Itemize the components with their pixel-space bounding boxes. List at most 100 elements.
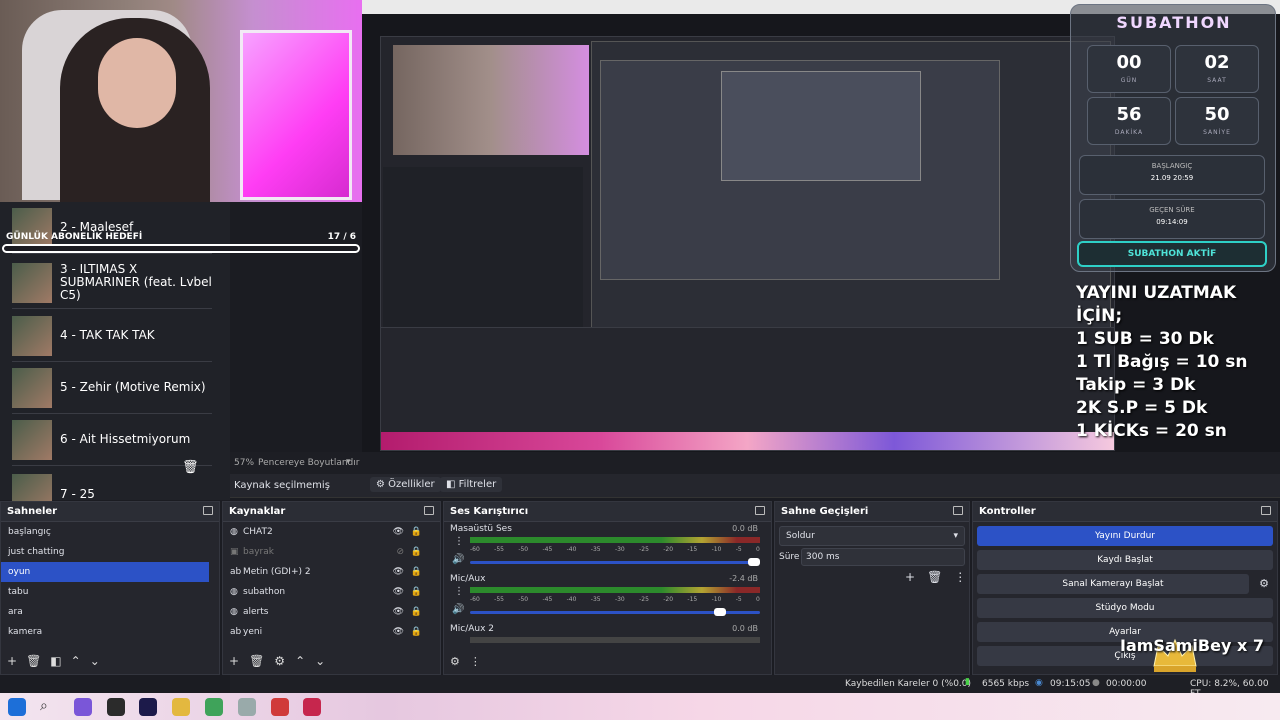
transitions-title: Sahne Geçişleri <box>781 506 869 517</box>
rgb-pc-case <box>240 30 352 200</box>
scene-item-selected[interactable]: oyun <box>1 562 209 582</box>
move-down-icon[interactable]: ⌄ <box>315 654 325 668</box>
source-item[interactable]: ◍ subathon 👁 🔒 <box>223 582 430 602</box>
app-icon[interactable] <box>238 698 256 716</box>
mixer-title: Ses Karıştırıcı <box>450 506 529 517</box>
scenes-title: Sahneler <box>7 506 58 517</box>
chevron-down-icon: ▾ <box>953 531 958 541</box>
chevron-down-icon[interactable]: ▾ <box>346 457 351 467</box>
lock-icon[interactable]: 🔒 <box>411 547 422 557</box>
kebab-icon[interactable]: ⋮ <box>454 586 464 597</box>
level-meter <box>470 537 760 543</box>
move-up-icon[interactable]: ⌃ <box>71 654 81 668</box>
eye-icon[interactable]: 👁 <box>393 567 404 577</box>
source-item[interactable]: ab yeni 👁 🔒 <box>223 622 430 642</box>
trash-icon[interactable]: 🗑 <box>927 570 942 584</box>
streamdeck-icon[interactable] <box>271 698 289 716</box>
lock-icon[interactable]: 🔒 <box>411 627 422 637</box>
mail-icon[interactable] <box>303 698 321 716</box>
lock-icon[interactable]: 🔒 <box>411 607 422 617</box>
elapsed-label: GEÇEN SÜRE <box>1149 206 1195 214</box>
transition-value: Soldur <box>786 531 815 541</box>
scene-item[interactable]: tabu <box>1 582 209 602</box>
nested-obs-window-2 <box>600 60 1000 280</box>
lock-icon[interactable]: 🔒 <box>411 567 422 577</box>
gear-icon[interactable]: ⚙ <box>1259 577 1269 590</box>
properties-label: Özellikler <box>388 479 435 490</box>
eye-icon[interactable]: 👁 <box>393 607 404 617</box>
trash-icon[interactable]: 🗑 <box>182 460 199 475</box>
tick-label: -25 <box>639 596 649 603</box>
mixer-channel: Mic/Aux -2.4 dB ⋮ -60 -55 -50 -45 -40 -35 -30-… <box>448 574 770 622</box>
eye-icon[interactable]: 👁 <box>393 587 404 597</box>
rule-line: Takip = 3 Dk <box>1076 375 1196 395</box>
windows-start-icon[interactable] <box>8 698 26 716</box>
discord-icon[interactable] <box>74 698 92 716</box>
lock-icon[interactable]: 🔒 <box>411 587 422 597</box>
premiere-icon[interactable] <box>139 698 157 716</box>
kebab-icon[interactable]: ⋮ <box>454 536 464 547</box>
source-item[interactable]: ◍ CHAT2 👁 🔒 <box>223 522 430 542</box>
kebab-icon[interactable]: ⋮ <box>954 570 966 584</box>
start-virtual-camera-button[interactable]: Sanal Kamerayı Başlat <box>977 574 1249 594</box>
trash-icon[interactable]: 🗑 <box>26 654 41 668</box>
add-icon[interactable]: + <box>7 654 17 668</box>
zoom-mode-dropdown[interactable]: Pencereye Boyutlandır <box>258 458 359 468</box>
trash-icon[interactable]: 🗑 <box>249 654 264 668</box>
eye-icon[interactable]: 👁 <box>393 627 404 637</box>
tick-label: -15 <box>687 596 698 603</box>
days-value: 00 <box>1116 52 1142 73</box>
eye-icon[interactable]: 👁 <box>393 527 404 537</box>
filters-button[interactable]: ◧ Filtreler <box>440 477 503 492</box>
search-icon[interactable]: ⌕ <box>40 698 58 716</box>
move-up-icon[interactable]: ⌃ <box>295 654 305 668</box>
transition-select[interactable]: Soldur ▾ <box>779 526 965 546</box>
start-recording-button[interactable]: Kaydı Başlat <box>977 550 1273 570</box>
duration-input[interactable]: 300 ms <box>801 548 965 566</box>
popout-icon[interactable] <box>424 506 434 515</box>
add-icon[interactable]: + <box>905 570 915 584</box>
transition-actions: + 🗑 ⋮ <box>905 570 966 584</box>
popout-icon[interactable] <box>203 506 213 515</box>
source-item[interactable]: ab Metin (GDI+) 2 👁 🔒 <box>223 562 430 582</box>
source-item[interactable]: ◍ alerts 👁 🔒 <box>223 602 430 622</box>
gear-icon[interactable]: ⚙ <box>450 655 460 668</box>
stop-stream-button[interactable]: Yayını Durdur <box>977 526 1273 546</box>
kebab-icon[interactable]: ⋮ <box>470 655 481 668</box>
rule-line: 1 KİCKs = 20 sn <box>1076 421 1227 441</box>
scene-item[interactable]: kamera <box>1 622 209 642</box>
browser-icon: ◍ <box>230 587 238 597</box>
rule-line: 2K S.P = 5 Dk <box>1076 398 1208 418</box>
properties-button[interactable]: ⚙ Özellikler <box>370 477 441 492</box>
scene-item[interactable]: başlangıç <box>1 522 209 542</box>
folder-icon[interactable] <box>172 698 190 716</box>
eye-hidden-icon[interactable]: ⊘ <box>396 547 404 557</box>
studio-mode-button[interactable]: Stüdyo Modu <box>977 598 1273 618</box>
add-icon[interactable]: + <box>229 654 239 668</box>
popout-icon[interactable] <box>1261 506 1271 515</box>
filter-icon[interactable]: ◧ <box>50 654 61 668</box>
volume-knob[interactable] <box>714 608 726 616</box>
move-down-icon[interactable]: ⌄ <box>90 654 100 668</box>
lock-icon[interactable]: 🔒 <box>411 527 422 537</box>
controls-header: Kontroller <box>973 502 1277 522</box>
popout-icon[interactable] <box>953 506 963 515</box>
days-box: 00 GÜN <box>1087 45 1171 93</box>
speaker-icon[interactable]: 🔊 <box>452 604 464 615</box>
nested-webcam <box>393 45 589 155</box>
gear-icon[interactable]: ⚙ <box>274 654 285 668</box>
volume-knob[interactable] <box>748 558 760 566</box>
source-name: yeni <box>243 627 263 637</box>
volume-slider[interactable] <box>470 561 760 564</box>
scene-item[interactable]: just chatting <box>1 542 209 562</box>
sources-dock: Kaynaklar ◍ CHAT2 👁 🔒 ▣ bayrak ⊘ 🔒 ab Metin (GD… <box>222 501 441 675</box>
source-item[interactable]: ▣ bayrak ⊘ 🔒 <box>223 542 430 562</box>
popout-icon[interactable] <box>755 506 765 515</box>
obs-icon[interactable] <box>107 698 125 716</box>
subathon-widget: SUBATHON 00 GÜN 02 SAAT 56 DAKİKA 50 SANİYE … <box>1070 4 1276 272</box>
scene-item[interactable]: ara <box>1 602 209 622</box>
chrome-icon[interactable] <box>205 698 223 716</box>
live-icon: ◉ <box>1035 678 1043 688</box>
speaker-icon[interactable]: 🔊 <box>452 554 464 565</box>
source-name: alerts <box>243 607 269 617</box>
